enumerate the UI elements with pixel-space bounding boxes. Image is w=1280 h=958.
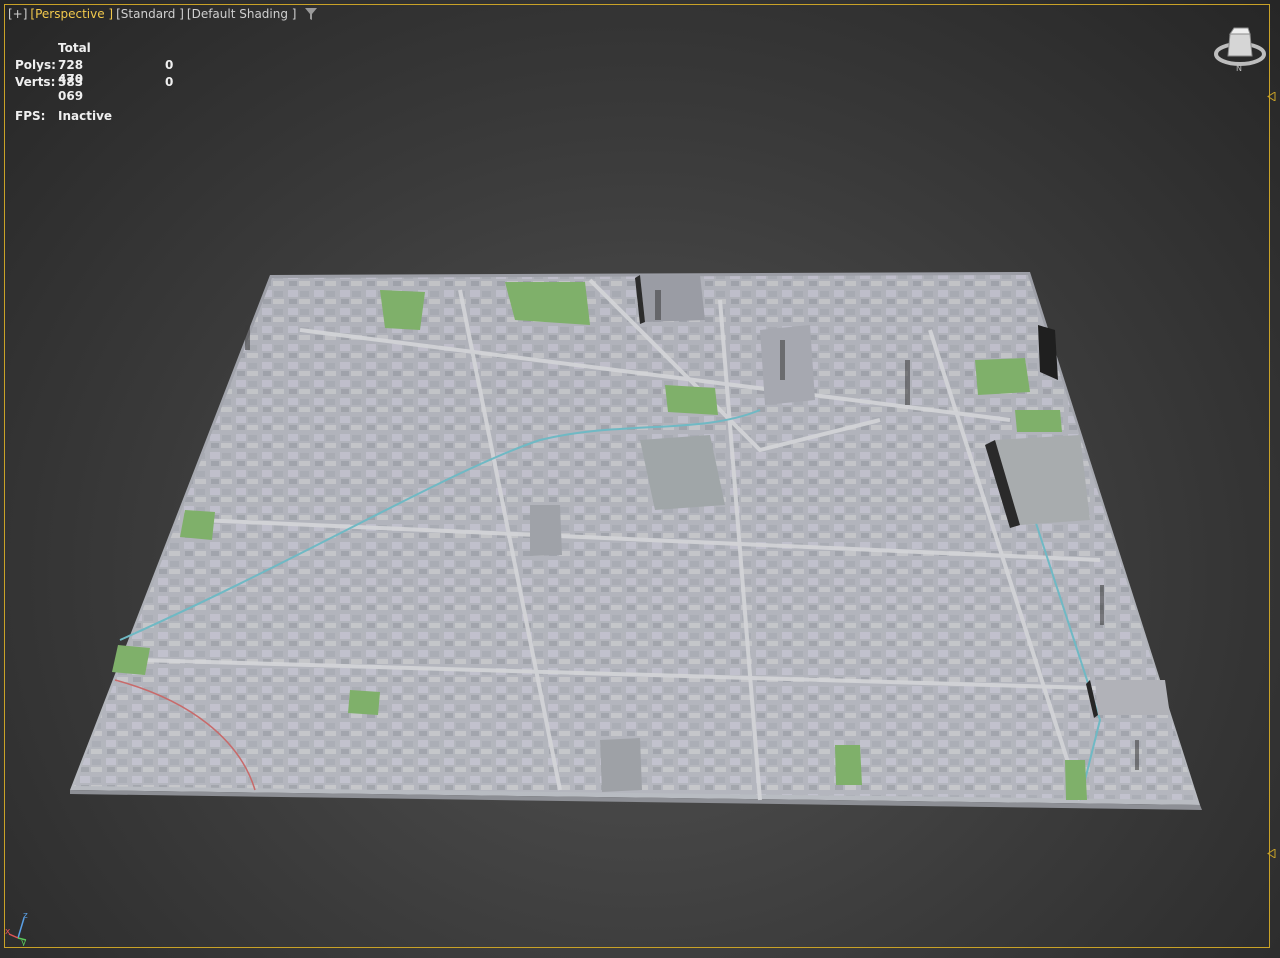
city-scene[interactable] (0, 0, 1280, 958)
viewport-plus-menu[interactable]: [+] (8, 7, 27, 21)
filter-icon[interactable] (305, 8, 318, 20)
stats-header-total: Total (58, 41, 91, 55)
viewport-arrow-bottom-icon[interactable] (1267, 849, 1276, 858)
polys-label: Polys: (15, 58, 56, 72)
shading-menu[interactable]: [Default Shading ] (187, 7, 297, 21)
verts-total: 583 069 (58, 75, 84, 103)
axis-z-label: z (23, 911, 28, 921)
viewport-label-menu: [+] [Perspective ] [Standard ] [Default … (8, 5, 318, 23)
fps-label: FPS: (15, 109, 46, 123)
axis-y-label: y (21, 938, 27, 946)
verts-selected: 0 (165, 75, 174, 89)
verts-label: Verts: (15, 75, 56, 89)
fps-value: Inactive (58, 109, 113, 123)
compass-north-label: N (1236, 64, 1242, 73)
point-of-view-menu[interactable]: [Perspective ] (30, 7, 113, 21)
axis-tripod-icon: z x y (5, 911, 28, 946)
viewcube-icon[interactable]: N (1210, 24, 1270, 74)
axis-x-label: x (5, 927, 11, 937)
viewport-arrow-top-icon[interactable] (1267, 92, 1276, 101)
standard-menu[interactable]: [Standard ] (116, 7, 184, 21)
polys-selected: 0 (165, 58, 174, 72)
